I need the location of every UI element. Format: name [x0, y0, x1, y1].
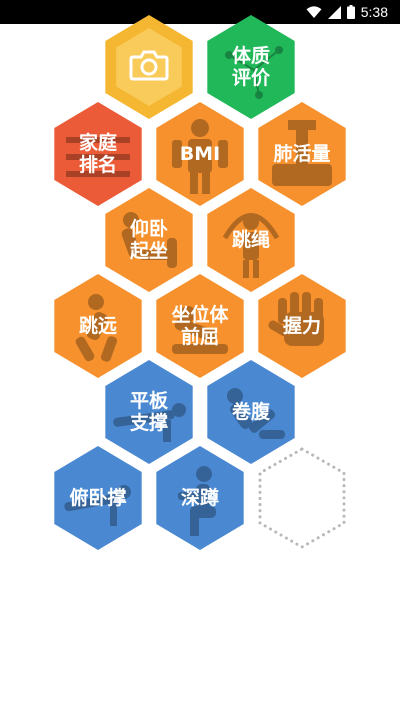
tile-label: BMI	[179, 143, 221, 165]
tile-label: 深蹲	[180, 487, 219, 509]
photo-tile-inner	[116, 28, 182, 106]
photo-tile[interactable]	[105, 15, 193, 119]
tile-label: 卷腹	[231, 401, 270, 423]
tile-squat[interactable]: 深蹲	[156, 446, 244, 550]
tile-label: 跳远	[78, 315, 117, 337]
tile-label: 俯卧撑	[69, 487, 127, 509]
signal-icon	[327, 5, 341, 19]
camera-icon	[129, 49, 169, 86]
wifi-icon	[306, 5, 322, 19]
tile-body-evaluation[interactable]: 体质 评价	[207, 15, 295, 119]
tile-long-jump[interactable]: 跳远	[54, 274, 142, 378]
tile-lung-capacity[interactable]: 肺活量	[258, 102, 346, 206]
tile-label: 家庭 排名	[78, 132, 117, 176]
add-tile-placeholder[interactable]	[250, 446, 354, 550]
tile-family-ranking[interactable]: 家庭 排名	[54, 102, 142, 206]
tile-label: 跳绳	[231, 229, 270, 251]
tile-label: 坐位体 前屈	[171, 304, 229, 348]
tile-jump-rope[interactable]: 跳绳	[207, 188, 295, 292]
tile-label: 仰卧 起坐	[129, 218, 168, 262]
tile-bmi[interactable]: BMI	[156, 102, 244, 206]
tile-sit-and-reach[interactable]: 坐位体 前屈	[156, 274, 244, 378]
tile-label: 握力	[282, 315, 321, 337]
tile-label: 肺活量	[273, 143, 331, 165]
tile-grip-strength[interactable]: 握力	[258, 274, 346, 378]
tile-label: 体质 评价	[231, 45, 270, 89]
tile-pushup[interactable]: 俯卧撑	[54, 446, 142, 550]
tile-situp[interactable]: 仰卧 起坐	[105, 188, 193, 292]
clock: 5:38	[360, 4, 388, 20]
battery-icon	[346, 5, 355, 19]
status-bar: 5:38	[0, 0, 400, 24]
tile-plank[interactable]: 平板 支撑	[105, 360, 193, 464]
tile-label: 平板 支撑	[129, 390, 168, 434]
